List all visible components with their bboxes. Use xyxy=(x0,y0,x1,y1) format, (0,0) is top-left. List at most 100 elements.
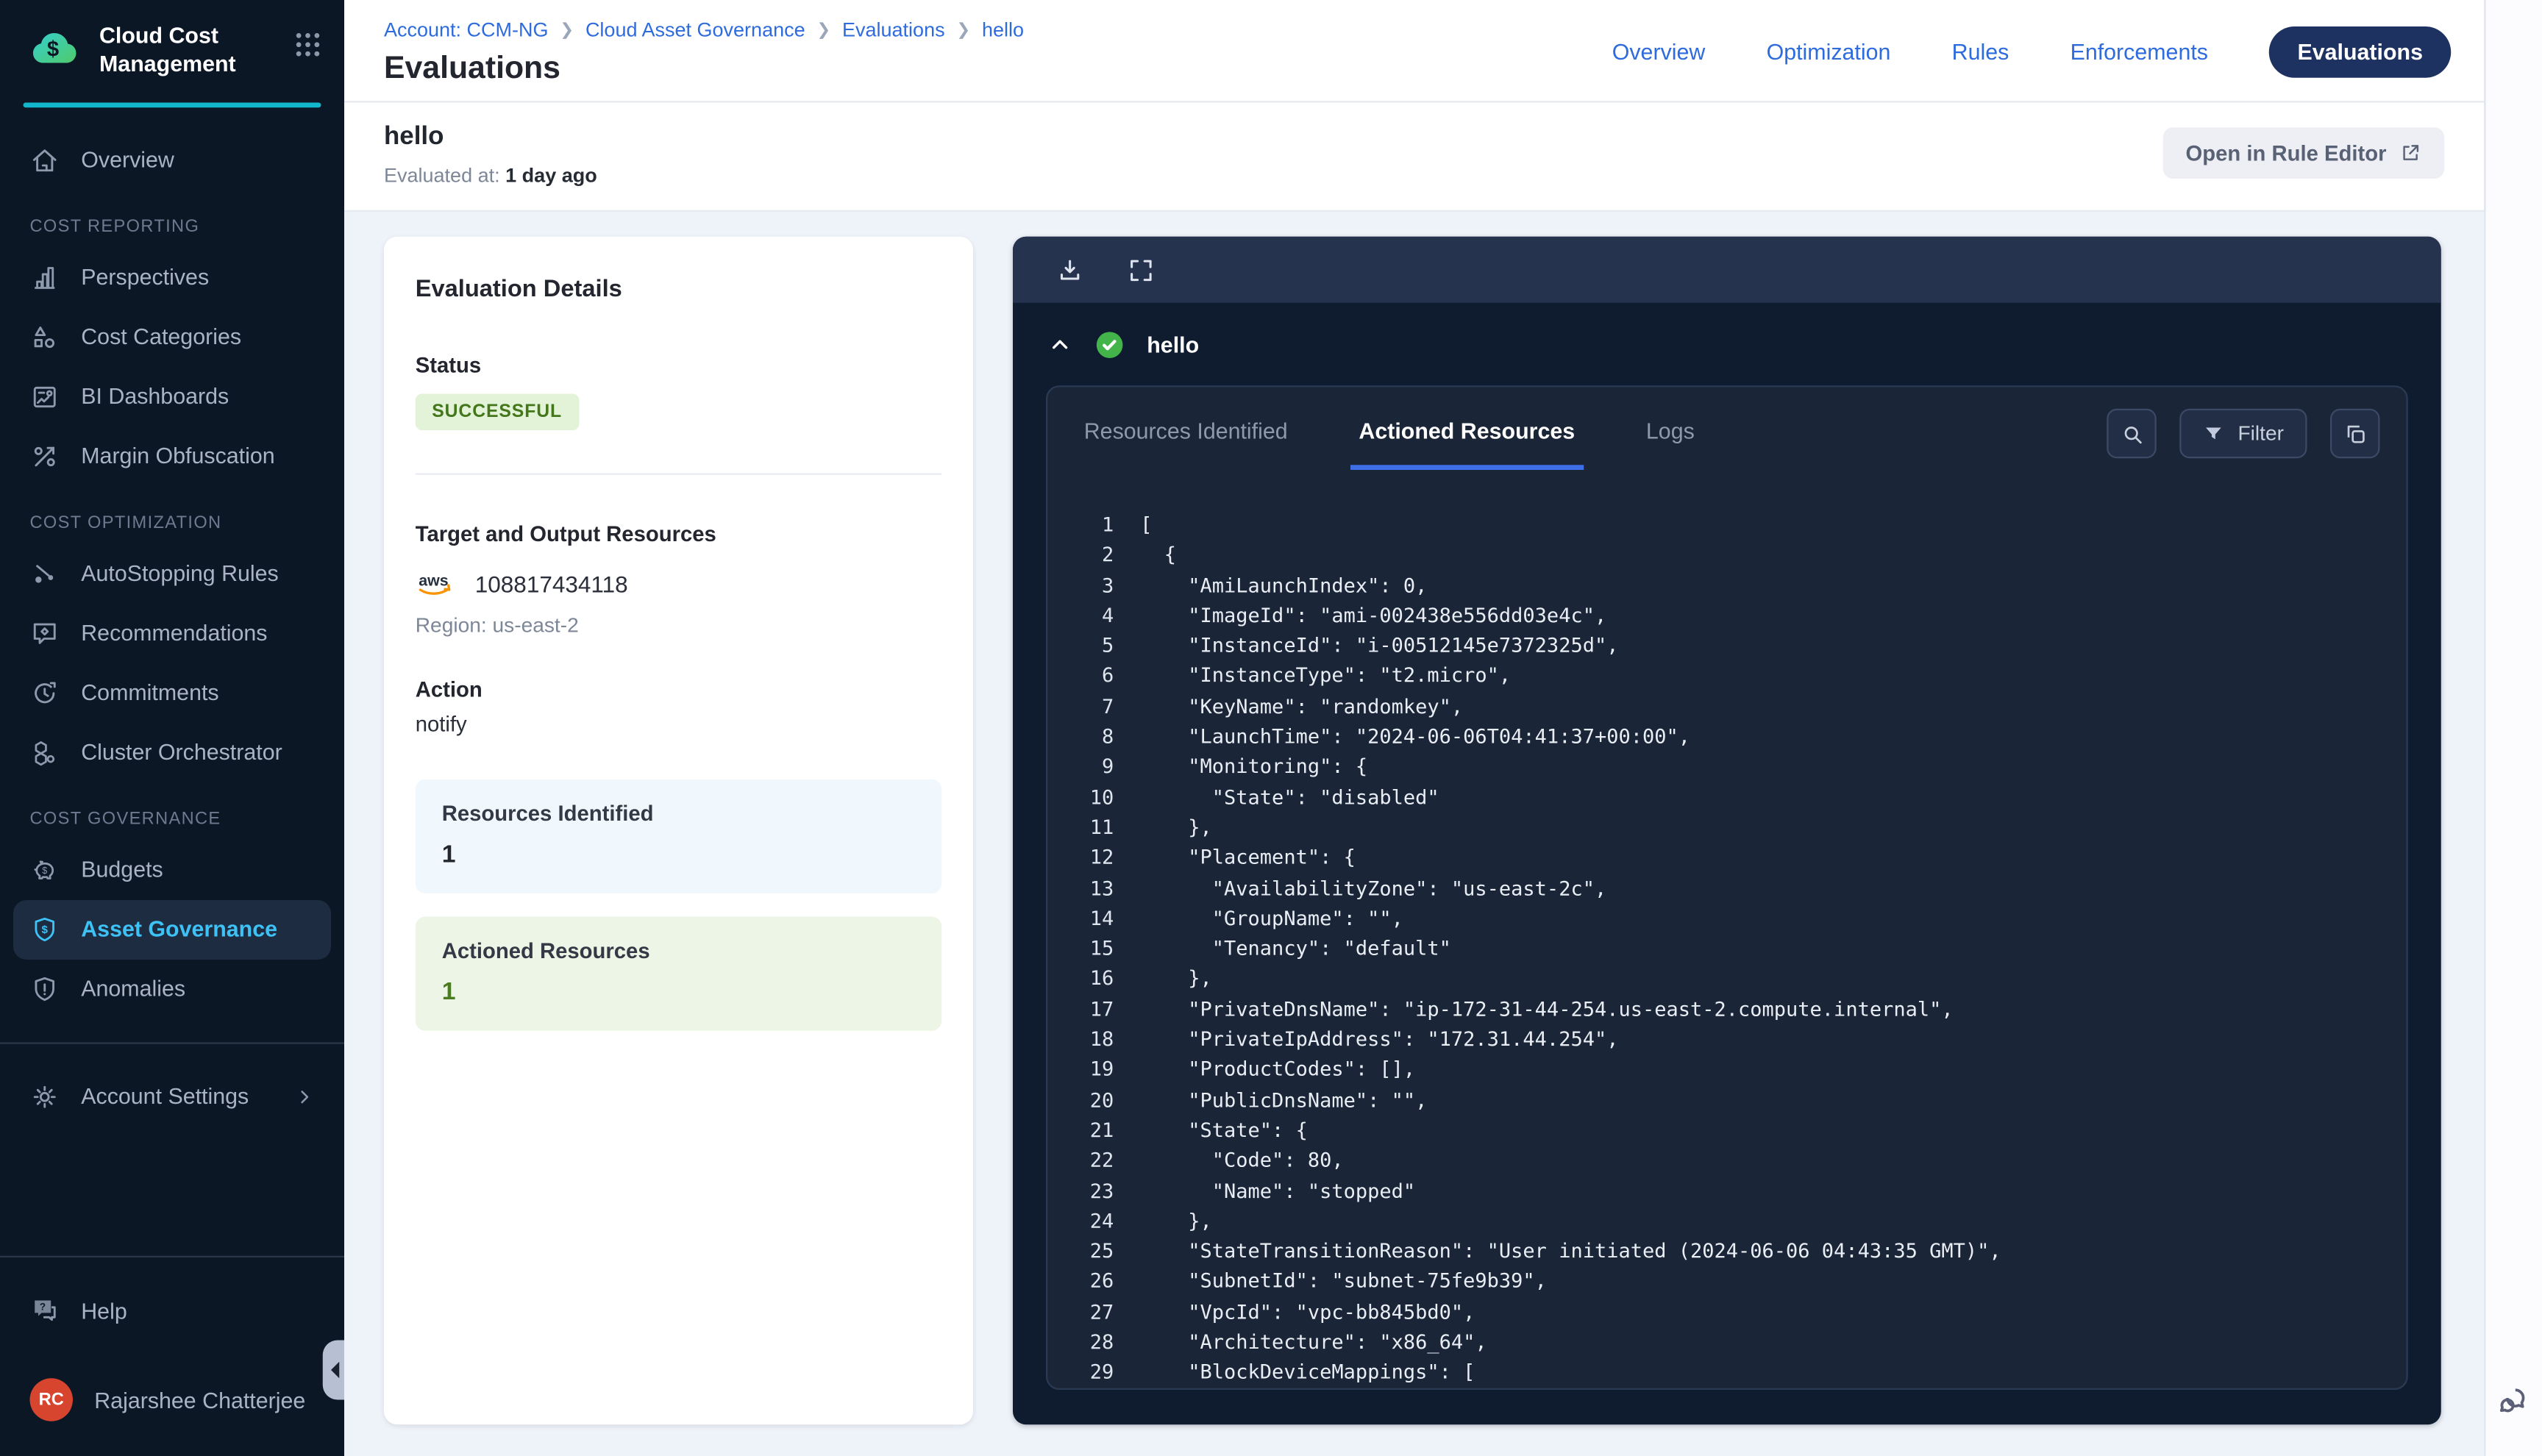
sidebar-item-perspectives[interactable]: Perspectives xyxy=(0,247,344,307)
code-line: 3 "AmiLaunchIndex": 0, xyxy=(1078,570,2390,600)
code-text: "InstanceType": "t2.micro", xyxy=(1140,664,1511,688)
code-line: 26 "SubnetId": "subnet-75fe9b39", xyxy=(1078,1266,2390,1296)
code-line: 14 "GroupName": "", xyxy=(1078,903,2390,933)
code-text: "Tenancy": "default" xyxy=(1140,937,1451,960)
open-in-rule-editor-button[interactable]: Open in Rule Editor xyxy=(2162,127,2444,179)
percent-icon xyxy=(30,441,60,471)
code-text: "BlockDeviceMappings": [ xyxy=(1140,1360,1475,1384)
help-chat-icon: ? xyxy=(30,1296,60,1326)
code-line: 15 "Tenancy": "default" xyxy=(1078,933,2390,963)
sidebar-item-margin-obfuscation[interactable]: Margin Obfuscation xyxy=(0,426,344,485)
tab-logs[interactable]: Logs xyxy=(1646,418,1695,470)
external-link-icon xyxy=(2400,143,2421,164)
code-line: 18 "PrivateIpAddress": "172.31.44.254", xyxy=(1078,1024,2390,1054)
autostopping-icon xyxy=(30,558,60,588)
tab-enforcements[interactable]: Enforcements xyxy=(2071,39,2208,64)
line-number: 19 xyxy=(1078,1054,1114,1085)
line-number: 26 xyxy=(1078,1266,1114,1296)
region-text: Region: us-east-2 xyxy=(416,614,942,638)
sidebar-item-commitments[interactable]: Commitments xyxy=(0,663,344,722)
svg-text:$: $ xyxy=(47,38,59,62)
code-text: "VpcId": "vpc-bb845bd0", xyxy=(1140,1300,1475,1324)
sidebar-item-anomalies[interactable]: Anomalies xyxy=(0,959,344,1018)
sidebar-item-help[interactable]: ? Help xyxy=(0,1281,344,1341)
tab-evaluations-active[interactable]: Evaluations xyxy=(2269,26,2451,77)
line-number: 25 xyxy=(1078,1236,1114,1266)
code-text: "SubnetId": "subnet-75fe9b39", xyxy=(1140,1270,1547,1293)
shapes-icon xyxy=(30,322,60,352)
user-menu[interactable]: RC Rajarshee Chatterjee xyxy=(0,1363,344,1436)
tab-actioned-resources[interactable]: Actioned Resources xyxy=(1350,418,1583,470)
module-grid-icon[interactable] xyxy=(295,32,321,58)
code-text: "GroupName": "", xyxy=(1140,907,1403,930)
details-title: Evaluation Details xyxy=(416,276,942,303)
line-number: 14 xyxy=(1078,903,1114,933)
target-account-row: aws 108817434118 xyxy=(416,569,942,599)
support-chat-icon[interactable] xyxy=(2496,1383,2532,1420)
sidebar-item-overview[interactable]: Overview xyxy=(0,130,344,190)
aws-logo-icon: aws xyxy=(416,569,459,599)
breadcrumb-governance[interactable]: Cloud Asset Governance xyxy=(585,18,805,42)
svg-text:?: ? xyxy=(40,1301,46,1312)
filter-button[interactable]: Filter xyxy=(2180,409,2307,459)
code-text: "Monitoring": { xyxy=(1140,755,1367,779)
code-line: 5 "InstanceId": "i-00512145e7372325d", xyxy=(1078,631,2390,661)
line-number: 27 xyxy=(1078,1296,1114,1327)
line-number: 18 xyxy=(1078,1024,1114,1054)
sidebar-item-asset-governance[interactable]: $ Asset Governance xyxy=(13,899,331,959)
sidebar-item-cost-categories[interactable]: Cost Categories xyxy=(0,307,344,366)
right-rail xyxy=(2484,0,2542,1456)
code-text: "PublicDnsName": "", xyxy=(1140,1088,1427,1112)
sidebar-collapse-handle[interactable] xyxy=(323,1341,344,1400)
breadcrumb-separator: ❯ xyxy=(560,21,574,39)
resources-identified-stat: Resources Identified 1 xyxy=(416,779,942,893)
app-title: Cloud Cost Management xyxy=(99,21,258,79)
code-line: 16 }, xyxy=(1078,964,2390,994)
code-text: "Name": "stopped" xyxy=(1140,1179,1415,1202)
line-number: 8 xyxy=(1078,721,1114,752)
code-text: }, xyxy=(1140,1209,1212,1232)
breadcrumb-evaluations[interactable]: Evaluations xyxy=(842,18,945,42)
evaluation-subheader: hello Evaluated at: 1 day ago Open in Ru… xyxy=(344,103,2484,213)
evaluation-viewer-panel: hello Resources Identified Actioned Reso… xyxy=(1013,237,2441,1425)
sidebar-item-account-settings[interactable]: Account Settings xyxy=(0,1066,344,1126)
tab-resources-identified[interactable]: Resources Identified xyxy=(1084,418,1288,470)
code-line: 19 "ProductCodes": [], xyxy=(1078,1054,2390,1085)
line-number: 15 xyxy=(1078,933,1114,963)
piggy-bank-icon: $ xyxy=(30,854,60,885)
sidebar-item-autostopping-rules[interactable]: AutoStopping Rules xyxy=(0,543,344,603)
sidebar-item-recommendations[interactable]: Recommendations xyxy=(0,603,344,663)
viewer-evaluation-title: hello xyxy=(1147,332,1199,357)
tab-optimization[interactable]: Optimization xyxy=(1767,39,1891,64)
code-line: 25 "StateTransitionReason": "User initia… xyxy=(1078,1236,2390,1266)
section-cost-optimization: COST OPTIMIZATION xyxy=(0,485,344,543)
svg-text:$: $ xyxy=(42,923,49,935)
resources-identified-count: 1 xyxy=(442,841,916,868)
tab-overview[interactable]: Overview xyxy=(1612,39,1706,64)
search-icon xyxy=(2120,421,2145,446)
search-button[interactable] xyxy=(2107,409,2157,459)
fullscreen-icon[interactable] xyxy=(1127,256,1155,284)
sidebar-item-bi-dashboards[interactable]: BI Dashboards xyxy=(0,366,344,426)
sidebar-item-cluster-orchestrator[interactable]: Cluster Orchestrator xyxy=(0,722,344,782)
breadcrumb-current[interactable]: hello xyxy=(982,18,1024,42)
chevron-up-icon[interactable] xyxy=(1047,332,1072,357)
code-text: "Architecture": "x86_64", xyxy=(1140,1330,1487,1354)
target-resources-label: Target and Output Resources xyxy=(416,521,942,546)
code-line: 8 "LaunchTime": "2024-06-06T04:41:37+00:… xyxy=(1078,721,2390,752)
json-code-viewer[interactable]: 1[2 {3 "AmiLaunchIndex": 0,4 "ImageId": … xyxy=(1047,470,2406,1388)
copy-button[interactable] xyxy=(2330,409,2380,459)
sidebar-header: $ Cloud Cost Management xyxy=(0,0,344,92)
clock-icon xyxy=(30,677,60,707)
section-cost-reporting: COST REPORTING xyxy=(0,190,344,248)
tab-rules[interactable]: Rules xyxy=(1952,39,2009,64)
download-icon[interactable] xyxy=(1056,256,1084,284)
section-cost-governance: COST GOVERNANCE xyxy=(0,782,344,840)
code-card: Resources Identified Actioned Resources … xyxy=(1046,385,2408,1390)
code-line: 9 "Monitoring": { xyxy=(1078,752,2390,782)
sidebar-nav: Overview COST REPORTING Perspectives Cos… xyxy=(0,107,344,1456)
top-nav: Overview Optimization Rules Enforcements… xyxy=(1612,0,2452,103)
sidebar-item-budgets[interactable]: $ Budgets xyxy=(0,840,344,899)
code-line: 4 "ImageId": "ami-002438e556dd03e4c", xyxy=(1078,601,2390,631)
breadcrumb-account[interactable]: Account: CCM-NG xyxy=(384,18,549,42)
